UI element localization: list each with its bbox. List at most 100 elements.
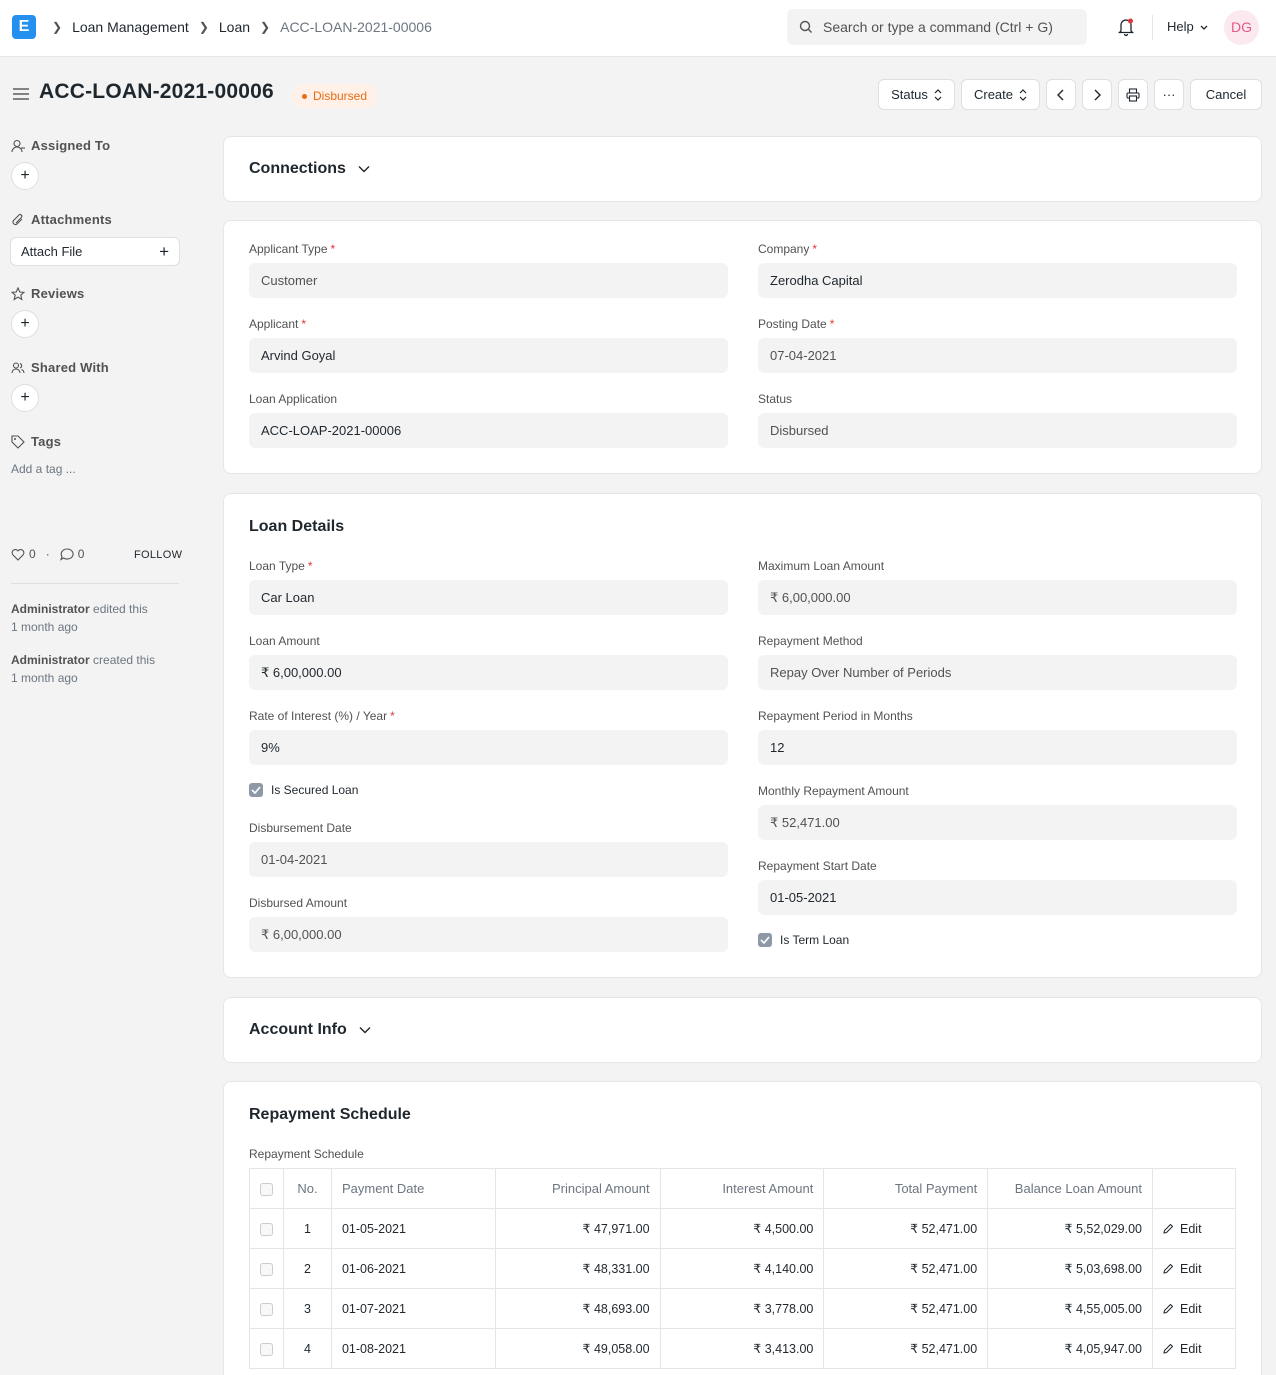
disbursement-date-field[interactable]: 01-04-2021 xyxy=(249,842,728,877)
cell-principal-amount[interactable]: ₹ 49,058.00 xyxy=(494,1328,661,1369)
select-all-checkbox[interactable] xyxy=(260,1183,273,1197)
comment-count: 0 xyxy=(77,547,85,561)
rate-of-interest-label: Rate of Interest (%) / Year * xyxy=(249,709,395,723)
cell-payment-date[interactable]: 01-06-2021 xyxy=(330,1248,496,1289)
cell-balance-loan-amount[interactable]: ₹ 4,55,005.00 xyxy=(987,1288,1154,1329)
row-checkbox[interactable] xyxy=(260,1262,273,1276)
table-row[interactable]: 3 01-07-2021 ₹ 48,693.00 ₹ 3,778.00 ₹ 52… xyxy=(249,1288,1236,1329)
follow-button[interactable]: FOLLOW xyxy=(134,549,182,561)
is-term-loan-checkbox[interactable] xyxy=(758,933,772,947)
comment-icon[interactable] xyxy=(59,547,74,561)
loan-type-field[interactable]: Car Loan xyxy=(249,580,728,615)
row-edit-button[interactable]: Edit xyxy=(1152,1208,1236,1249)
row-checkbox[interactable] xyxy=(260,1302,273,1316)
repayment-period-field[interactable]: 12 xyxy=(758,730,1237,765)
row-edit-button[interactable]: Edit xyxy=(1152,1288,1236,1329)
attach-file-button[interactable]: Attach File + xyxy=(10,237,180,266)
add-share-button[interactable]: + xyxy=(11,384,39,412)
activity-user[interactable]: Administrator xyxy=(11,653,90,667)
row-checkbox[interactable] xyxy=(260,1342,273,1356)
repayment-period-label: Repayment Period in Months xyxy=(758,709,913,723)
add-tag-input[interactable]: Add a tag ... xyxy=(11,462,76,476)
disbursed-amount-field[interactable]: ₹ 6,00,000.00 xyxy=(249,917,728,952)
loan-application-field[interactable]: ACC-LOAP-2021-00006 xyxy=(249,413,728,448)
more-icon: ··· xyxy=(1162,87,1176,102)
assigned-to-section: Assigned To xyxy=(11,138,110,153)
column-header-payment-date: Payment Date xyxy=(330,1168,496,1209)
cell-interest-amount[interactable]: ₹ 3,413.00 xyxy=(659,1328,825,1369)
cell-balance-loan-amount[interactable]: ₹ 5,52,029.00 xyxy=(987,1208,1154,1249)
cell-total-payment[interactable]: ₹ 52,471.00 xyxy=(823,1328,989,1369)
heart-icon[interactable] xyxy=(11,548,25,561)
separator-dot: · xyxy=(45,547,50,561)
print-button[interactable] xyxy=(1118,79,1148,110)
applicant-field[interactable]: Arvind Goyal xyxy=(249,338,728,373)
cell-payment-date[interactable]: 01-08-2021 xyxy=(330,1328,496,1369)
repayment-schedule-table-label: Repayment Schedule xyxy=(249,1147,364,1161)
loan-amount-field[interactable]: ₹ 6,00,000.00 xyxy=(249,655,728,690)
column-header-interest-amount: Interest Amount xyxy=(659,1168,825,1209)
posting-date-field[interactable]: 07-04-2021 xyxy=(758,338,1237,373)
breadcrumb-loan-management[interactable]: Loan Management xyxy=(72,19,189,35)
add-review-button[interactable]: + xyxy=(11,310,39,338)
repayment-schedule-table: No. Payment Date Principal Amount Intere… xyxy=(249,1168,1236,1369)
repayment-start-field[interactable]: 01-05-2021 xyxy=(758,880,1237,915)
cell-interest-amount[interactable]: ₹ 4,500.00 xyxy=(659,1208,825,1249)
app-logo[interactable]: E xyxy=(12,15,36,39)
sort-icon xyxy=(934,88,942,101)
account-info-toggle[interactable]: Account Info xyxy=(249,1021,371,1039)
row-edit-button[interactable]: Edit xyxy=(1152,1328,1236,1369)
search-bar[interactable]: Search or type a command (Ctrl + G) xyxy=(787,9,1087,45)
cell-payment-date[interactable]: 01-07-2021 xyxy=(330,1288,496,1329)
cancel-button[interactable]: Cancel xyxy=(1190,79,1262,110)
is-secured-loan-checkbox[interactable] xyxy=(249,783,263,797)
cell-principal-amount[interactable]: ₹ 48,693.00 xyxy=(494,1288,661,1329)
breadcrumb-loan[interactable]: Loan xyxy=(219,19,250,35)
plus-icon: + xyxy=(20,389,30,406)
cell-principal-amount[interactable]: ₹ 48,331.00 xyxy=(494,1248,661,1289)
sort-icon xyxy=(1019,88,1027,101)
company-field[interactable]: Zerodha Capital xyxy=(758,263,1237,298)
breadcrumb-current[interactable]: ACC-LOAN-2021-00006 xyxy=(280,19,432,35)
status-button[interactable]: Status xyxy=(878,79,955,110)
hamburger-icon[interactable] xyxy=(12,87,30,104)
add-assignee-button[interactable]: + xyxy=(11,162,39,190)
table-row[interactable]: 4 01-08-2021 ₹ 49,058.00 ₹ 3,413.00 ₹ 52… xyxy=(249,1328,1236,1369)
monthly-repayment-field[interactable]: ₹ 52,471.00 xyxy=(758,805,1237,840)
avatar[interactable]: DG xyxy=(1224,10,1259,45)
more-actions-button[interactable]: ··· xyxy=(1154,79,1184,110)
row-edit-button[interactable]: Edit xyxy=(1152,1248,1236,1289)
previous-button[interactable] xyxy=(1046,79,1076,110)
cancel-button-label: Cancel xyxy=(1205,87,1247,102)
max-loan-amount-field[interactable]: ₹ 6,00,000.00 xyxy=(758,580,1237,615)
attachments-label: Attachments xyxy=(31,212,112,227)
help-dropdown[interactable]: Help xyxy=(1167,19,1209,34)
table-row[interactable]: 1 01-05-2021 ₹ 47,971.00 ₹ 4,500.00 ₹ 52… xyxy=(249,1208,1236,1249)
status-field[interactable]: Disbursed xyxy=(758,413,1237,448)
max-loan-amount-label: Maximum Loan Amount xyxy=(758,559,885,573)
cell-payment-date[interactable]: 01-05-2021 xyxy=(330,1208,496,1249)
applicant-label: Applicant * xyxy=(249,317,307,331)
row-checkbox[interactable] xyxy=(260,1222,273,1236)
cell-balance-loan-amount[interactable]: ₹ 4,05,947.00 xyxy=(987,1328,1154,1369)
create-button[interactable]: Create xyxy=(961,79,1040,110)
applicant-type-field[interactable]: Customer xyxy=(249,263,728,298)
connections-toggle[interactable]: Connections xyxy=(249,160,370,178)
cell-total-payment[interactable]: ₹ 52,471.00 xyxy=(823,1208,989,1249)
cell-total-payment[interactable]: ₹ 52,471.00 xyxy=(823,1288,989,1329)
next-button[interactable] xyxy=(1082,79,1112,110)
cell-balance-loan-amount[interactable]: ₹ 5,03,698.00 xyxy=(987,1248,1154,1289)
cell-interest-amount[interactable]: ₹ 3,778.00 xyxy=(659,1288,825,1329)
loan-details-section: Loan Details Loan Type * Car Loan Loan Am… xyxy=(223,493,1262,978)
rate-of-interest-field[interactable]: 9% xyxy=(249,730,728,765)
table-row[interactable]: 2 01-06-2021 ₹ 48,331.00 ₹ 4,140.00 ₹ 52… xyxy=(249,1248,1236,1289)
pencil-icon xyxy=(1163,1343,1174,1354)
check-icon xyxy=(251,786,261,794)
repayment-method-field[interactable]: Repay Over Number of Periods xyxy=(758,655,1237,690)
cell-total-payment[interactable]: ₹ 52,471.00 xyxy=(823,1248,989,1289)
users-icon xyxy=(11,361,25,373)
cell-principal-amount[interactable]: ₹ 47,971.00 xyxy=(494,1208,661,1249)
notifications-icon[interactable] xyxy=(1117,17,1135,40)
cell-interest-amount[interactable]: ₹ 4,140.00 xyxy=(659,1248,825,1289)
activity-user[interactable]: Administrator xyxy=(11,602,90,616)
